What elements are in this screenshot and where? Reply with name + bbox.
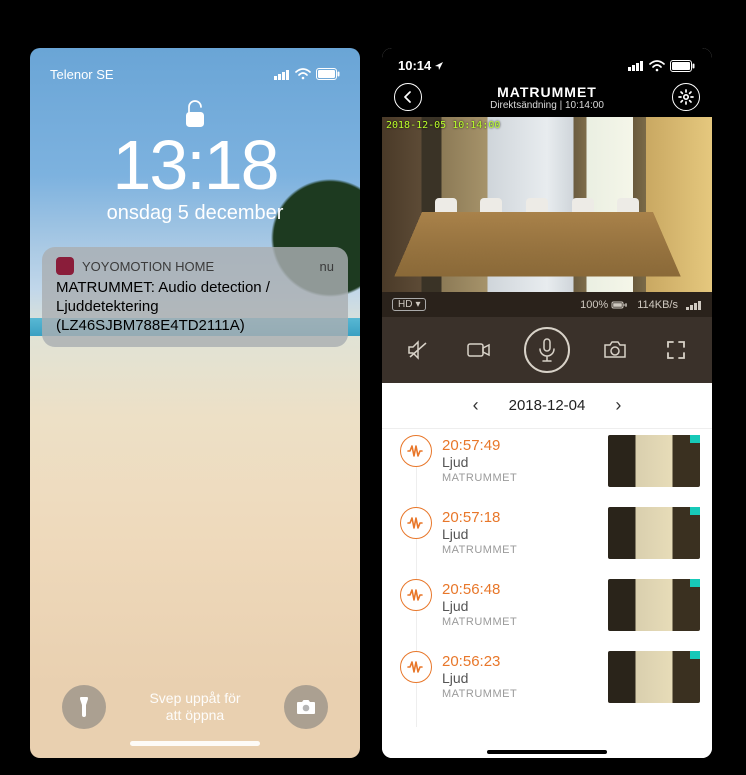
lock-bottom: Svep uppåt för att öppna [30,685,360,746]
event-thumbnail[interactable] [608,651,700,703]
lock-time: 13:18 [30,130,360,200]
header-subtitle: Direktsändning | 10:14:00 [422,100,672,111]
bitrate: 114KB/s [637,299,678,311]
prev-date-button[interactable]: ‹ [473,395,479,416]
event-time: 20:56:23 [442,653,598,670]
status-icons [274,68,340,80]
camera-app-phone: 10:14 MATRUMMET Direktsändning | 10:14:0… [382,48,712,758]
event-item[interactable]: 20:57:18 Ljud MATRUMMET [382,501,712,573]
audio-event-icon [400,651,432,683]
location-icon [434,61,444,71]
quality-button[interactable]: HD ▾ [392,298,426,311]
home-indicator[interactable] [487,750,607,754]
signal-strength-icon [686,300,702,310]
video-info-bar: HD ▾ 100% 114KB/s [382,292,712,317]
battery-icon [670,60,696,72]
mute-button[interactable] [403,335,433,365]
event-room: MATRUMMET [442,688,598,700]
battery-icon [316,68,340,80]
carrier-label: Telenor SE [50,67,114,82]
signal-icon [628,60,644,71]
event-type: Ljud [442,598,598,614]
notification-card[interactable]: YOYOMOTION HOME nu MATRUMMET: Audio dete… [42,247,348,347]
live-video[interactable]: 2018-12-05 10:14:00 [382,117,712,292]
talk-button[interactable] [524,327,570,373]
event-thumbnail[interactable] [608,507,700,559]
swipe-line2: att öppna [130,707,260,724]
wifi-icon [649,60,665,72]
notification-time: nu [320,259,334,274]
audio-event-icon [400,435,432,467]
chevron-down-icon: ▾ [415,299,420,310]
video-timestamp: 2018-12-05 10:14:00 [386,120,500,131]
event-type: Ljud [442,526,598,542]
notification-app-icon [56,257,74,275]
status-icons [628,60,696,72]
lock-date: onsdag 5 december [30,202,360,225]
lock-center: 13:18 onsdag 5 december [30,98,360,225]
event-type: Ljud [442,670,598,686]
status-bar: 10:14 [382,48,712,77]
flashlight-button[interactable] [62,685,106,729]
wifi-icon [295,68,311,80]
signal-icon [274,69,290,80]
event-item[interactable]: 20:57:49 Ljud MATRUMMET [382,429,712,501]
date-label[interactable]: 2018-12-04 [509,397,586,414]
next-date-button[interactable]: › [615,395,621,416]
event-room: MATRUMMET [442,616,598,628]
status-bar: Telenor SE [30,48,360,88]
battery-pct: 100% [580,299,608,311]
snapshot-button[interactable] [600,335,630,365]
event-time: 20:56:48 [442,581,598,598]
event-thumbnail[interactable] [608,435,700,487]
event-room: MATRUMMET [442,472,598,484]
app-header: MATRUMMET Direktsändning | 10:14:00 [382,77,712,117]
event-list[interactable]: 20:57:49 Ljud MATRUMMET 20:57:18 Ljud MA… [382,429,712,758]
event-time: 20:57:18 [442,509,598,526]
audio-event-icon [400,507,432,539]
status-time: 10:14 [398,58,431,73]
camera-button[interactable] [284,685,328,729]
home-indicator[interactable] [130,741,260,746]
record-button[interactable] [464,335,494,365]
notification-app-name: YOYOMOTION HOME [82,259,214,274]
audio-event-icon [400,579,432,611]
lockscreen-phone: Telenor SE 13:18 onsdag 5 december YOYOM… [30,48,360,758]
event-item[interactable]: 20:56:48 Ljud MATRUMMET [382,573,712,645]
control-bar [382,317,712,383]
swipe-hint: Svep uppåt för att öppna [130,690,260,724]
plug-icon [611,300,629,310]
event-room: MATRUMMET [442,544,598,556]
fullscreen-button[interactable] [661,335,691,365]
settings-button[interactable] [672,83,700,111]
room-title: MATRUMMET [422,84,672,100]
event-time: 20:57:49 [442,437,598,454]
back-button[interactable] [394,83,422,111]
notification-body: MATRUMMET: Audio detection / Ljuddetekte… [56,279,334,335]
event-item[interactable]: 20:56:23 Ljud MATRUMMET [382,645,712,717]
event-type: Ljud [442,454,598,470]
date-navigator: ‹ 2018-12-04 › [382,383,712,429]
swipe-line1: Svep uppåt för [130,690,260,707]
event-thumbnail[interactable] [608,579,700,631]
